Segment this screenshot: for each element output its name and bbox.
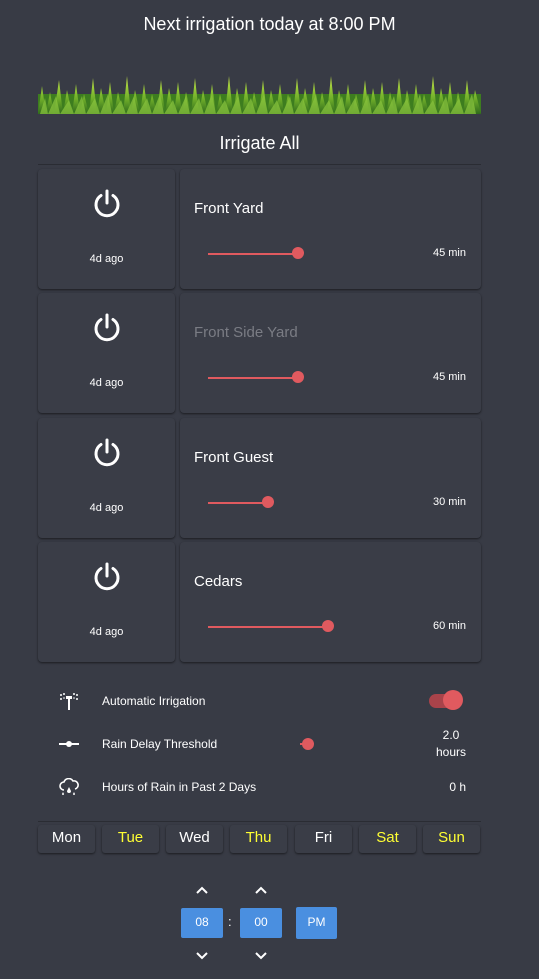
power-icon: [94, 313, 120, 342]
cloud-rain-icon: [59, 778, 79, 795]
automatic-irrigation-label: Automatic Irrigation: [102, 694, 206, 708]
rain-hours-value: 0 h: [449, 780, 466, 794]
zone-last-run: 4d ago: [89, 626, 124, 638]
zone-card: Front Side Yard 45 min: [180, 293, 481, 413]
zone-duration-slider-thumb[interactable]: [292, 371, 304, 383]
zone-name: Front Yard: [194, 200, 264, 217]
minute-up-chevron-icon[interactable]: [254, 885, 268, 895]
zone-name: Front Guest: [194, 449, 274, 466]
rain-delay-label: Rain Delay Threshold: [102, 737, 218, 751]
day-button-wed[interactable]: Wed: [166, 825, 223, 853]
zone-power-button[interactable]: 4d ago: [38, 293, 175, 413]
day-button-mon[interactable]: Mon: [38, 825, 95, 853]
rain-delay-value-unit: hours: [435, 745, 466, 759]
zone-power-button[interactable]: 4d ago: [38, 542, 175, 662]
zone-name: Front Side Yard: [194, 324, 298, 341]
automatic-irrigation-row: Automatic Irrigation: [38, 686, 481, 716]
rain-delay-value: 2.0 hours: [436, 727, 466, 761]
power-icon: [94, 438, 120, 467]
power-icon: [94, 189, 120, 218]
irrigate-all-button[interactable]: Irrigate All: [38, 125, 481, 165]
hour-field[interactable]: 08: [181, 908, 223, 938]
rain-delay-value-number: 2.0: [442, 728, 460, 742]
zone-name: Cedars: [194, 573, 243, 590]
zone-duration-value: 30 min: [432, 496, 466, 508]
zone-duration-value: 45 min: [432, 247, 466, 259]
zone-duration-slider[interactable]: [208, 626, 328, 628]
rain-delay-slider-thumb[interactable]: [302, 738, 314, 750]
power-icon: [94, 562, 120, 591]
rain-hours-row: Hours of Rain in Past 2 Days 0 h: [38, 772, 481, 802]
zone-duration-value: 45 min: [432, 371, 466, 383]
minute-field[interactable]: 00: [240, 908, 282, 938]
zone-power-button[interactable]: 4d ago: [38, 169, 175, 289]
zone-last-run: 4d ago: [89, 502, 124, 514]
minute-down-chevron-icon[interactable]: [254, 951, 268, 961]
rain-delay-row: Rain Delay Threshold 2.0 hours: [38, 727, 481, 761]
zone-last-run: 4d ago: [89, 253, 124, 265]
zone-last-run: 4d ago: [89, 377, 124, 389]
zone-duration-slider[interactable]: [208, 502, 268, 504]
grass-banner-image: [38, 76, 481, 114]
slider-dots-icon: [59, 741, 79, 747]
zone-card: Cedars 60 min: [180, 542, 481, 662]
rain-hours-label: Hours of Rain in Past 2 Days: [102, 780, 257, 794]
zone-duration-slider-thumb[interactable]: [262, 496, 274, 508]
zone-card: Front Guest 30 min: [180, 418, 481, 538]
day-button-sat[interactable]: Sat: [359, 825, 416, 853]
hour-down-chevron-icon[interactable]: [195, 951, 209, 961]
zone-duration-slider-thumb[interactable]: [292, 247, 304, 259]
time-separator: :: [228, 914, 232, 929]
zone-duration-slider-thumb[interactable]: [322, 620, 334, 632]
day-button-tue[interactable]: Tue: [102, 825, 159, 853]
day-button-thu[interactable]: Thu: [230, 825, 287, 853]
sprinkler-icon: [60, 693, 78, 710]
zone-power-button[interactable]: 4d ago: [38, 418, 175, 538]
hour-up-chevron-icon[interactable]: [195, 885, 209, 895]
ampm-toggle-button[interactable]: PM: [296, 907, 337, 939]
zone-duration-slider[interactable]: [208, 253, 298, 255]
day-button-fri[interactable]: Fri: [295, 825, 352, 853]
automatic-irrigation-toggle-thumb[interactable]: [443, 690, 463, 710]
zone-duration-value: 60 min: [432, 620, 466, 632]
day-button-sun[interactable]: Sun: [423, 825, 480, 853]
zone-duration-slider[interactable]: [208, 377, 298, 379]
days-of-week: Mon Tue Wed Thu Fri Sat Sun: [38, 821, 481, 853]
next-irrigation-text: Next irrigation today at 8:00 PM: [143, 14, 396, 34]
zone-card: Front Yard 45 min: [180, 169, 481, 289]
